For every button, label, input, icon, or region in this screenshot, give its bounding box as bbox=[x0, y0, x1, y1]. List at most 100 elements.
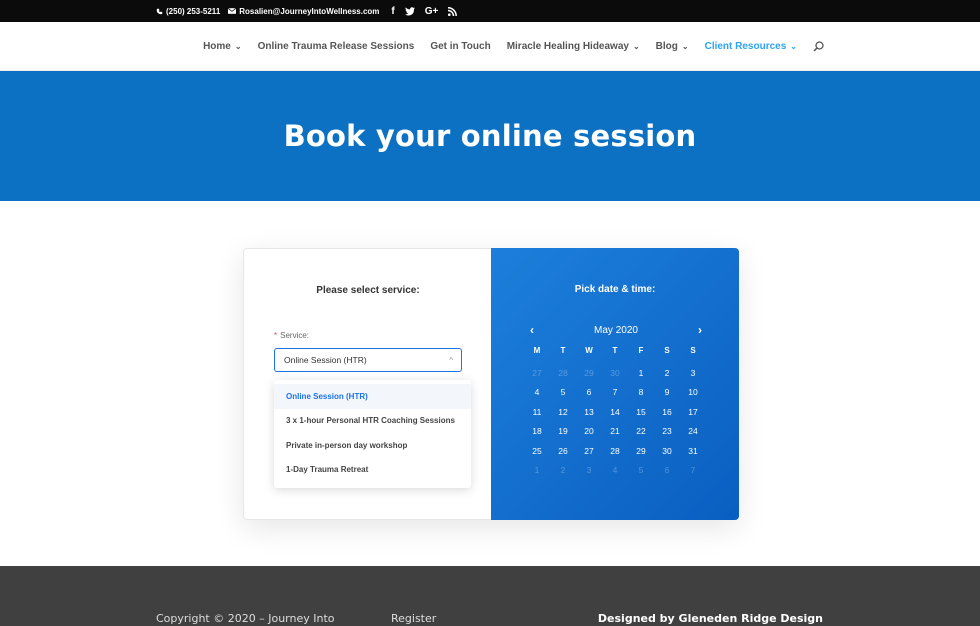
calendar-day[interactable]: 6 bbox=[576, 383, 602, 403]
footer-copyright: Copyright © 2020 – Journey Into bbox=[156, 612, 335, 625]
calendar-day[interactable]: 15 bbox=[628, 403, 654, 423]
nav-item-label: Miracle Healing Hideaway bbox=[506, 41, 629, 52]
weekday-label: T bbox=[560, 346, 566, 355]
calendar-day[interactable]: 31 bbox=[680, 442, 706, 462]
calendar-day: 29 bbox=[584, 367, 594, 378]
calendar-header: ‹ May 2020 › bbox=[525, 322, 707, 338]
nav-item-blog[interactable]: Blog ⌄ bbox=[656, 41, 689, 52]
nav-item-label: Get in Touch bbox=[430, 41, 491, 52]
site-footer: Copyright © 2020 – Journey Into Register… bbox=[0, 566, 980, 626]
calendar-day: 6 bbox=[664, 465, 670, 475]
main-nav: Home ⌄ Online Trauma Release Sessions Ge… bbox=[203, 22, 824, 71]
email-address: Rosalien@JourneyIntoWellness.com bbox=[239, 6, 380, 16]
rss-icon[interactable] bbox=[448, 6, 458, 16]
calendar-day[interactable]: 8 bbox=[628, 383, 654, 403]
calendar-day[interactable]: 25 bbox=[524, 442, 550, 462]
calendar-day[interactable]: 10 bbox=[680, 383, 706, 403]
calendar-day[interactable]: 21 bbox=[602, 422, 628, 442]
service-option-private-workshop[interactable]: Private in-person day workshop bbox=[274, 433, 471, 458]
hero-banner: Book your online session bbox=[0, 71, 980, 201]
calendar-day: 30 bbox=[610, 367, 620, 378]
calendar-day[interactable]: 2 bbox=[654, 364, 680, 384]
email-contact[interactable]: Rosalien@JourneyIntoWellness.com bbox=[228, 7, 379, 16]
calendar-day: 1 bbox=[534, 465, 540, 475]
service-select[interactable]: Online Session (HTR) ^ bbox=[274, 348, 462, 372]
site-header: Home ⌄ Online Trauma Release Sessions Ge… bbox=[0, 22, 980, 71]
calendar-day[interactable]: 30 bbox=[654, 442, 680, 462]
service-option-trauma-retreat[interactable]: 1-Day Trauma Retreat bbox=[274, 458, 471, 483]
nav-item-get-in-touch[interactable]: Get in Touch bbox=[430, 41, 490, 52]
social-links: f G+ bbox=[391, 6, 458, 17]
footer-register-link[interactable]: Register bbox=[391, 612, 436, 625]
service-option-coaching-sessions[interactable]: 3 x 1-hour Personal HTR Coaching Session… bbox=[274, 409, 471, 434]
calendar-day[interactable]: 5 bbox=[550, 383, 576, 403]
service-field-label: * Service: bbox=[274, 331, 309, 340]
prev-month-button[interactable]: ‹ bbox=[525, 323, 539, 337]
required-mark: * bbox=[274, 331, 278, 340]
chevron-down-icon: ⌄ bbox=[681, 42, 689, 51]
calendar-day[interactable]: 14 bbox=[602, 403, 628, 423]
booking-widget: Please select service: * Service: Online … bbox=[243, 248, 739, 520]
calendar-panel: Pick date & time: ‹ May 2020 › M T W T F… bbox=[491, 248, 739, 520]
calendar-day: 3 bbox=[586, 465, 592, 475]
top-bar: (250) 253-5211 Rosalien@JourneyIntoWelln… bbox=[0, 0, 980, 22]
chevron-down-icon: ⌄ bbox=[790, 42, 797, 51]
calendar-day[interactable]: 27 bbox=[576, 442, 602, 462]
calendar-day[interactable]: 26 bbox=[550, 442, 576, 462]
weekday-label: W bbox=[585, 346, 593, 355]
service-panel-title: Please select service: bbox=[316, 285, 420, 296]
calendar-day[interactable]: 19 bbox=[550, 422, 576, 442]
calendar-day[interactable]: 24 bbox=[680, 422, 706, 442]
service-dropdown-menu: Online Session (HTR) 3 x 1-hour Personal… bbox=[274, 380, 471, 488]
footer-designer-credit: Designed by Gleneden Ridge Design bbox=[597, 612, 823, 625]
calendar-day[interactable]: 9 bbox=[654, 383, 680, 403]
calendar-day[interactable]: 23 bbox=[654, 422, 680, 442]
nav-item-online-trauma-release-sessions[interactable]: Online Trauma Release Sessions bbox=[258, 41, 415, 52]
weekday-label: T bbox=[612, 346, 618, 355]
search-button[interactable] bbox=[813, 41, 824, 52]
weekday-label: F bbox=[638, 346, 644, 355]
service-label-text: Service: bbox=[280, 331, 310, 340]
calendar-day[interactable]: 18 bbox=[524, 422, 550, 442]
calendar-day[interactable]: 3 bbox=[680, 364, 706, 384]
calendar-day[interactable]: 11 bbox=[524, 403, 550, 423]
weekday-label: M bbox=[533, 346, 541, 355]
search-icon bbox=[813, 41, 824, 52]
nav-item-client-resources[interactable]: Client Resources ⌄ bbox=[705, 41, 797, 52]
calendar-day: 4 bbox=[612, 465, 618, 475]
calendar-day[interactable]: 29 bbox=[628, 442, 654, 462]
calendar-day[interactable]: 28 bbox=[602, 442, 628, 462]
calendar-day[interactable]: 13 bbox=[576, 403, 602, 423]
service-select-value: Online Session (HTR) bbox=[284, 355, 367, 365]
calendar-panel-title: Pick date & time: bbox=[574, 284, 656, 295]
twitter-icon[interactable] bbox=[404, 6, 415, 16]
nav-item-label: Client Resources bbox=[704, 41, 787, 52]
calendar-day[interactable]: 1 bbox=[628, 364, 654, 384]
service-panel: Please select service: * Service: Online … bbox=[243, 248, 491, 520]
service-option-online-session[interactable]: Online Session (HTR) bbox=[274, 384, 471, 409]
weekday-label: S bbox=[690, 346, 696, 355]
nav-item-miracle-healing-hideaway[interactable]: Miracle Healing Hideaway ⌄ bbox=[507, 41, 640, 52]
chevron-down-icon: ⌄ bbox=[234, 42, 242, 51]
nav-item-home[interactable]: Home ⌄ bbox=[203, 41, 242, 52]
google-plus-icon[interactable]: G+ bbox=[425, 6, 439, 17]
nav-item-label: Blog bbox=[655, 41, 678, 52]
calendar-day[interactable]: 7 bbox=[602, 383, 628, 403]
phone-number: (250) 253-5211 bbox=[166, 6, 221, 16]
page-title: Book your online session bbox=[283, 119, 697, 153]
calendar-month: May 2020 bbox=[594, 324, 638, 336]
calendar-day[interactable]: 20 bbox=[576, 422, 602, 442]
phone-contact[interactable]: (250) 253-5211 bbox=[156, 7, 220, 16]
phone-icon bbox=[156, 8, 163, 14]
facebook-icon[interactable]: f bbox=[391, 6, 394, 17]
chevron-down-icon: ⌄ bbox=[632, 42, 640, 51]
next-month-button[interactable]: › bbox=[693, 323, 707, 337]
calendar-day: 27 bbox=[532, 367, 542, 378]
calendar-day: 5 bbox=[638, 465, 644, 475]
calendar-day[interactable]: 16 bbox=[654, 403, 680, 423]
calendar-day[interactable]: 22 bbox=[628, 422, 654, 442]
calendar-day[interactable]: 12 bbox=[550, 403, 576, 423]
calendar-day[interactable]: 17 bbox=[680, 403, 706, 423]
calendar-day[interactable]: 4 bbox=[524, 383, 550, 403]
nav-item-label: Online Trauma Release Sessions bbox=[257, 41, 415, 52]
